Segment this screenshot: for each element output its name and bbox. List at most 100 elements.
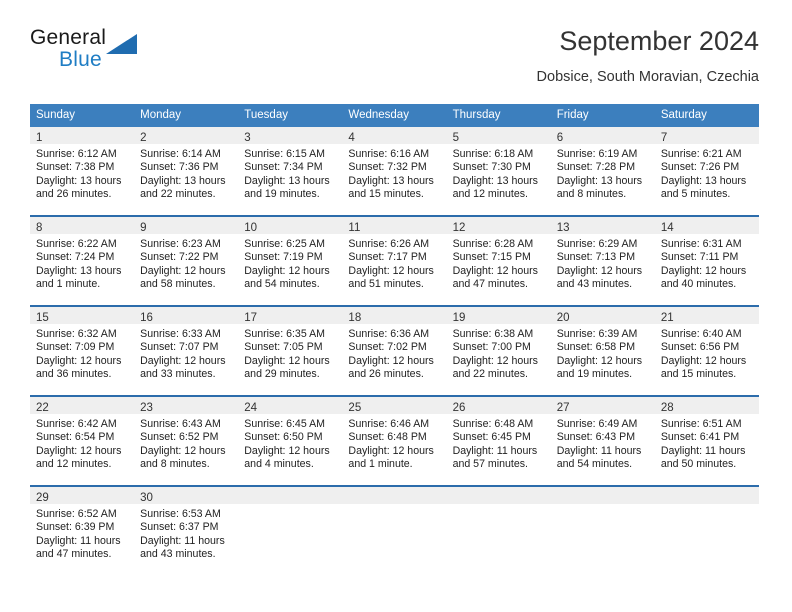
- week-row: 8 Sunrise: 6:22 AM Sunset: 7:24 PM Dayli…: [30, 215, 759, 305]
- day-number: 30: [140, 492, 153, 504]
- day-details: Sunrise: 6:42 AM Sunset: 6:54 PM Dayligh…: [30, 414, 134, 472]
- day-cell[interactable]: 25 Sunrise: 6:46 AM Sunset: 6:48 PM Dayl…: [342, 397, 447, 485]
- day-number-band: 16: [134, 307, 239, 324]
- day-cell[interactable]: 6 Sunrise: 6:19 AM Sunset: 7:28 PM Dayli…: [550, 127, 655, 215]
- day-cell[interactable]: 3 Sunrise: 6:15 AM Sunset: 7:34 PM Dayli…: [238, 127, 343, 215]
- day-details: Sunrise: 6:36 AM Sunset: 7:02 PM Dayligh…: [342, 324, 446, 382]
- sunrise-text: Sunrise: 6:35 AM: [244, 328, 325, 340]
- sunrise-text: Sunrise: 6:14 AM: [140, 148, 221, 160]
- day-cell[interactable]: 18 Sunrise: 6:36 AM Sunset: 7:02 PM Dayl…: [342, 307, 447, 395]
- day-number: 24: [244, 402, 258, 414]
- day-cell[interactable]: 19 Sunrise: 6:38 AM Sunset: 7:00 PM Dayl…: [446, 307, 551, 395]
- day-cell[interactable]: 1 Sunrise: 6:12 AM Sunset: 7:38 PM Dayli…: [30, 127, 135, 215]
- day-number-band: 22: [30, 397, 135, 414]
- sunrise-text: Sunrise: 6:46 AM: [348, 418, 430, 430]
- day-number-band: 20: [550, 307, 655, 324]
- daylight-text-line1: Daylight: 11 hours: [452, 444, 538, 457]
- sunset-text: Sunset: 7:15 PM: [452, 251, 531, 264]
- day-number: 4: [348, 132, 355, 144]
- day-cell[interactable]: 2 Sunrise: 6:14 AM Sunset: 7:36 PM Dayli…: [134, 127, 239, 215]
- sunset-text: Sunset: 6:54 PM: [36, 431, 115, 444]
- day-cell[interactable]: 21 Sunrise: 6:40 AM Sunset: 6:56 PM Dayl…: [654, 307, 759, 395]
- day-cell[interactable]: 8 Sunrise: 6:22 AM Sunset: 7:24 PM Dayli…: [30, 217, 135, 305]
- sunrise-text: Sunrise: 6:12 AM: [36, 148, 117, 160]
- daylight-text-line1: Daylight: 12 hours: [660, 354, 747, 367]
- page-title: September 2024: [559, 26, 759, 56]
- day-cell[interactable]: 20 Sunrise: 6:39 AM Sunset: 6:58 PM Dayl…: [550, 307, 655, 395]
- daylight-text-line2: and 47 minutes.: [36, 548, 112, 561]
- day-details: Sunrise: 6:23 AM Sunset: 7:22 PM Dayligh…: [134, 234, 238, 292]
- daylight-text-line2: and 15 minutes.: [660, 368, 737, 381]
- day-cell[interactable]: 4 Sunrise: 6:16 AM Sunset: 7:32 PM Dayli…: [342, 127, 447, 215]
- daylight-text-line2: and 36 minutes.: [36, 368, 112, 381]
- sunrise-text: Sunrise: 6:32 AM: [36, 328, 117, 340]
- sunset-text: Sunset: 7:17 PM: [348, 251, 427, 264]
- day-number-band: 18: [342, 307, 447, 324]
- day-cell[interactable]: 16 Sunrise: 6:33 AM Sunset: 7:07 PM Dayl…: [134, 307, 239, 395]
- daylight-text-line1: Daylight: 13 hours: [244, 174, 330, 187]
- sunset-text: Sunset: 7:02 PM: [348, 341, 427, 354]
- day-details: Sunrise: 6:43 AM Sunset: 6:52 PM Dayligh…: [134, 414, 238, 472]
- day-number-band: 8: [30, 217, 135, 234]
- general-blue-logo[interactable]: General Blue: [30, 26, 260, 86]
- sunset-text: Sunset: 7:38 PM: [36, 161, 115, 174]
- day-cell[interactable]: 27 Sunrise: 6:49 AM Sunset: 6:43 PM Dayl…: [550, 397, 655, 485]
- day-number-band: [550, 487, 655, 504]
- day-cell[interactable]: 28 Sunrise: 6:51 AM Sunset: 6:41 PM Dayl…: [654, 397, 759, 485]
- day-details: Sunrise: 6:21 AM Sunset: 7:26 PM Dayligh…: [655, 144, 759, 202]
- sunset-text: Sunset: 6:52 PM: [140, 431, 219, 444]
- daylight-text-line1: Daylight: 12 hours: [556, 264, 643, 277]
- sunrise-text: Sunrise: 6:31 AM: [660, 238, 742, 250]
- daylight-text-line1: Daylight: 12 hours: [140, 264, 226, 277]
- day-number: 29: [36, 492, 49, 504]
- day-cell[interactable]: 24 Sunrise: 6:45 AM Sunset: 6:50 PM Dayl…: [238, 397, 343, 485]
- day-details: Sunrise: 6:52 AM Sunset: 6:39 PM Dayligh…: [30, 504, 134, 562]
- day-number: 13: [556, 222, 570, 234]
- day-cell[interactable]: 26 Sunrise: 6:48 AM Sunset: 6:45 PM Dayl…: [446, 397, 551, 485]
- sunrise-text: Sunrise: 6:22 AM: [36, 238, 117, 250]
- daylight-text-line1: Daylight: 12 hours: [556, 354, 643, 367]
- day-cell[interactable]: 12 Sunrise: 6:28 AM Sunset: 7:15 PM Dayl…: [446, 217, 551, 305]
- daylight-text-line1: Daylight: 12 hours: [36, 444, 122, 457]
- day-cell[interactable]: 23 Sunrise: 6:43 AM Sunset: 6:52 PM Dayl…: [134, 397, 239, 485]
- day-number: 15: [36, 312, 49, 324]
- day-details: Sunrise: 6:53 AM Sunset: 6:37 PM Dayligh…: [134, 504, 238, 562]
- sunrise-text: Sunrise: 6:21 AM: [660, 148, 742, 160]
- day-cell[interactable]: 14 Sunrise: 6:31 AM Sunset: 7:11 PM Dayl…: [654, 217, 759, 305]
- day-cell[interactable]: 29 Sunrise: 6:52 AM Sunset: 6:39 PM Dayl…: [30, 487, 135, 575]
- day-cell[interactable]: 15 Sunrise: 6:32 AM Sunset: 7:09 PM Dayl…: [30, 307, 135, 395]
- daylight-text-line2: and 26 minutes.: [36, 188, 112, 201]
- sunset-text: Sunset: 6:50 PM: [244, 431, 323, 444]
- day-number: 10: [244, 222, 258, 234]
- daylight-text-line1: Daylight: 13 hours: [556, 174, 643, 187]
- day-cell[interactable]: 7 Sunrise: 6:21 AM Sunset: 7:26 PM Dayli…: [654, 127, 759, 215]
- day-cell[interactable]: 13 Sunrise: 6:29 AM Sunset: 7:13 PM Dayl…: [550, 217, 655, 305]
- weekday-header-monday: Monday: [140, 109, 182, 121]
- day-details: Sunrise: 6:16 AM Sunset: 7:32 PM Dayligh…: [342, 144, 446, 202]
- day-number: 7: [660, 132, 668, 144]
- weekday-header-wednesday: Wednesday: [348, 109, 409, 121]
- day-number: 25: [348, 402, 362, 414]
- day-cell[interactable]: 9 Sunrise: 6:23 AM Sunset: 7:22 PM Dayli…: [134, 217, 239, 305]
- day-number: 5: [452, 132, 459, 144]
- day-cell[interactable]: 30 Sunrise: 6:53 AM Sunset: 6:37 PM Dayl…: [134, 487, 239, 575]
- day-number: 3: [244, 132, 251, 144]
- day-number: 9: [140, 222, 147, 234]
- day-cell[interactable]: 11 Sunrise: 6:26 AM Sunset: 7:17 PM Dayl…: [342, 217, 447, 305]
- sunset-text: Sunset: 7:09 PM: [36, 341, 115, 354]
- day-cell[interactable]: 22 Sunrise: 6:42 AM Sunset: 6:54 PM Dayl…: [30, 397, 135, 485]
- day-number-band: 21: [654, 307, 759, 324]
- daylight-text-line2: and 54 minutes.: [556, 458, 633, 471]
- day-cell[interactable]: 17 Sunrise: 6:35 AM Sunset: 7:05 PM Dayl…: [238, 307, 343, 395]
- day-cell[interactable]: 5 Sunrise: 6:18 AM Sunset: 7:30 PM Dayli…: [446, 127, 551, 215]
- sunrise-text: Sunrise: 6:15 AM: [244, 148, 325, 160]
- day-number-band: [654, 487, 759, 504]
- daylight-text-line1: Daylight: 11 hours: [140, 534, 225, 547]
- logo-text-general: General: [30, 26, 107, 49]
- day-details: Sunrise: 6:31 AM Sunset: 7:11 PM Dayligh…: [655, 234, 759, 292]
- day-cell-empty: [654, 487, 759, 575]
- day-cell[interactable]: 10 Sunrise: 6:25 AM Sunset: 7:19 PM Dayl…: [238, 217, 343, 305]
- sunset-text: Sunset: 6:48 PM: [348, 431, 427, 444]
- sunset-text: Sunset: 7:19 PM: [244, 251, 323, 264]
- daylight-text-line2: and 4 minutes.: [244, 458, 314, 471]
